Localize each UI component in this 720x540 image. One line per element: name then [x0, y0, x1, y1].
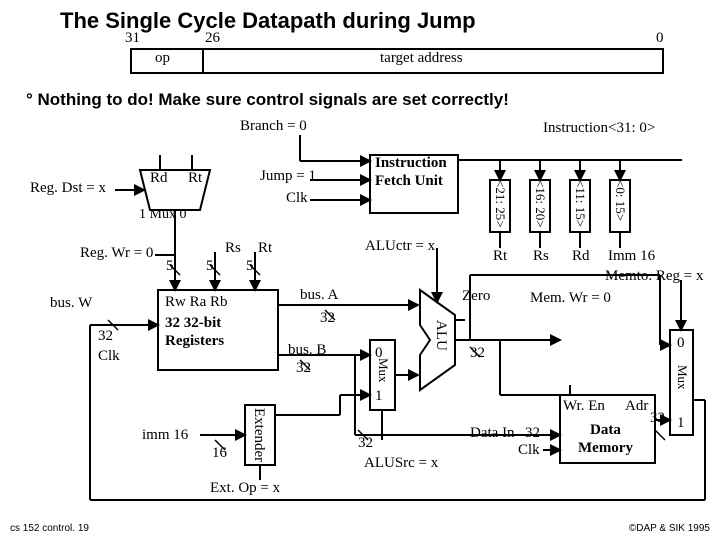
extop-label: Ext. Op = x	[210, 480, 280, 497]
ifu-line2: Fetch Unit	[375, 173, 443, 190]
extender-label: Extender	[250, 408, 267, 462]
n32-alu: 32	[470, 345, 485, 362]
clk-ifu: Clk	[286, 190, 308, 207]
n32-m: 32	[650, 410, 665, 427]
bits16: <16: 20>	[532, 180, 548, 228]
branch-label: Branch = 0	[240, 118, 307, 135]
dmem2: Memory	[578, 440, 633, 457]
rt2-label: Rt	[258, 240, 272, 257]
n32-e: 32	[358, 435, 373, 452]
bits11: <11: 15>	[572, 180, 588, 227]
rt-label: Rt	[188, 170, 202, 187]
regfile-l1: Rw Ra Rb	[165, 294, 228, 311]
mux2-label: Mux	[375, 358, 391, 383]
datain-label: Data In	[470, 425, 515, 442]
instruction-label: Instruction<31: 0>	[543, 120, 655, 137]
regfile-l3: Registers	[165, 333, 224, 350]
mux3-label: Mux	[674, 365, 690, 390]
memwr-label: Mem. Wr = 0	[530, 290, 611, 307]
five1: 5	[166, 258, 174, 275]
zero-label: Zero	[462, 288, 490, 305]
rs-label: Rs	[225, 240, 241, 257]
regwr-label: Reg. Wr = 0	[80, 245, 153, 262]
wren-label: Wr. En	[563, 398, 605, 415]
bits21: <21: 25>	[492, 180, 508, 228]
dmem1: Data	[590, 422, 621, 439]
mux2-1: 1	[375, 388, 383, 405]
mux3-1: 1	[677, 415, 685, 432]
regdst-label: Reg. Dst = x	[30, 180, 106, 197]
n32-1: 32	[98, 328, 113, 345]
five2: 5	[206, 258, 214, 275]
memtoreg-label: Memto. Reg = x	[605, 268, 703, 285]
clk-dm: Clk	[518, 442, 540, 459]
bits0: <0: 15>	[612, 180, 628, 221]
rd2: Rd	[572, 248, 590, 265]
jump-label: Jump = 1	[260, 168, 316, 185]
busb-label: bus. B	[288, 342, 326, 359]
rd-label: Rd	[150, 170, 168, 187]
aluctr-label: ALUctr = x	[365, 238, 435, 255]
rt3: Rt	[493, 248, 507, 265]
rs2: Rs	[533, 248, 549, 265]
five3: 5	[246, 258, 254, 275]
ifu-line1: Instruction	[375, 155, 447, 172]
footer-left: cs 152 control. 19	[10, 523, 89, 534]
alu-label: ALU	[432, 320, 449, 351]
regfile-l2: 32 32-bit	[165, 315, 221, 332]
alusrc-label: ALUSrc = x	[364, 455, 438, 472]
n32-di: 32	[525, 425, 540, 442]
n32-b: 32	[296, 360, 311, 377]
mux3-0: 0	[677, 335, 685, 352]
mux1-label: 1 Mux 0	[139, 207, 186, 223]
footer-right: ©DAP & SIK 1995	[629, 523, 710, 534]
n16: 16	[212, 445, 227, 462]
adr-label: Adr	[625, 398, 648, 415]
clk-rf: Clk	[98, 348, 120, 365]
imm16-label: imm 16	[142, 427, 188, 444]
n32-a: 32	[320, 310, 335, 327]
busa-label: bus. A	[300, 287, 338, 304]
imm16-2: Imm 16	[608, 248, 655, 265]
busw-label: bus. W	[50, 295, 92, 312]
